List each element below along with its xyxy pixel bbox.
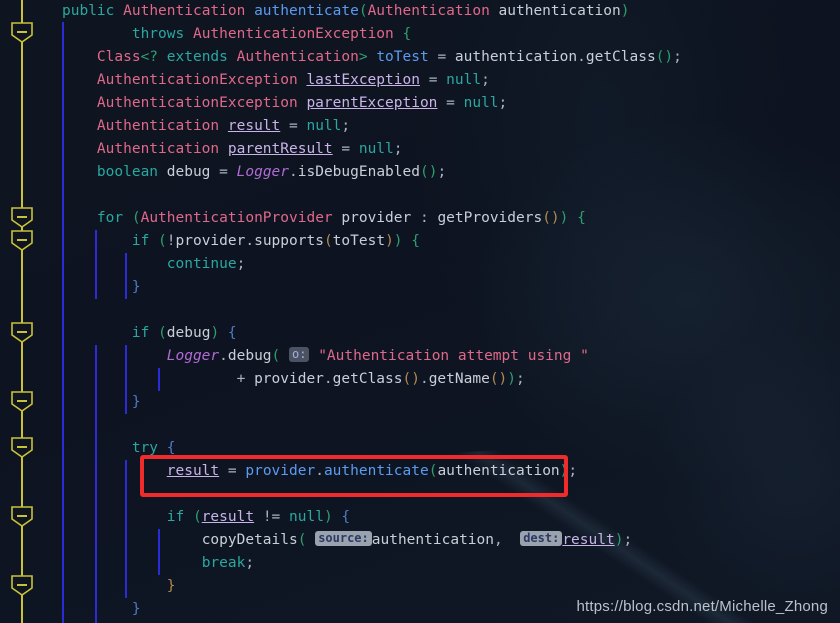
code-line-18: } <box>131 394 141 410</box>
code-line-20: try { <box>131 440 176 456</box>
code-line-13: } <box>131 279 141 295</box>
code-line-2: throws AuthenticationException { <box>131 26 412 42</box>
code-line-12: continue; <box>166 256 246 272</box>
param-hint-o: o: <box>289 347 310 362</box>
param-hint-dest: dest: <box>520 531 563 546</box>
code-line-23: if (result != null) { <box>166 509 351 525</box>
code-line-8: boolean debug = Logger.isDebugEnabled(); <box>96 164 447 180</box>
code-line-25: break; <box>201 555 255 571</box>
code-line-21-highlighted: result = provider.authenticate(authentic… <box>166 463 578 479</box>
code-editor-content[interactable]: public Authentication authenticate(Authe… <box>0 0 840 623</box>
code-line-22-blank <box>0 483 71 506</box>
code-line-6: Authentication result = null; <box>96 118 351 134</box>
ide-code-screenshot: public Authentication authenticate(Authe… <box>0 0 840 623</box>
code-line-15: if (debug) { <box>131 325 237 341</box>
watermark-url: https://blog.csdn.net/Michelle_Zhong <box>576 598 828 615</box>
code-line-27: } <box>131 601 141 617</box>
code-line-5: AuthenticationException parentException … <box>96 95 508 111</box>
code-line-24: copyDetails( source: authentication, dest… <box>201 531 633 548</box>
code-line-26: } <box>166 578 176 594</box>
code-line-14-blank <box>0 299 71 322</box>
code-line-1: public Authentication authenticate(Authe… <box>62 3 630 19</box>
code-line-9-blank <box>0 184 71 207</box>
code-line-10: for (AuthenticationProvider provider : g… <box>96 210 586 226</box>
code-line-16: Logger.debug( o: "Authentication attempt… <box>166 347 589 364</box>
code-line-11: if (!provider.supports(toTest)) { <box>131 233 420 249</box>
code-line-17: + provider.getClass().getName()); <box>236 371 525 387</box>
code-line-4: AuthenticationException lastException = … <box>96 72 490 88</box>
code-line-7: Authentication parentResult = null; <box>96 141 403 157</box>
code-line-3: Class<? extends Authentication> toTest =… <box>96 49 682 65</box>
param-hint-source: source: <box>315 531 372 546</box>
code-line-19-blank <box>0 414 71 437</box>
